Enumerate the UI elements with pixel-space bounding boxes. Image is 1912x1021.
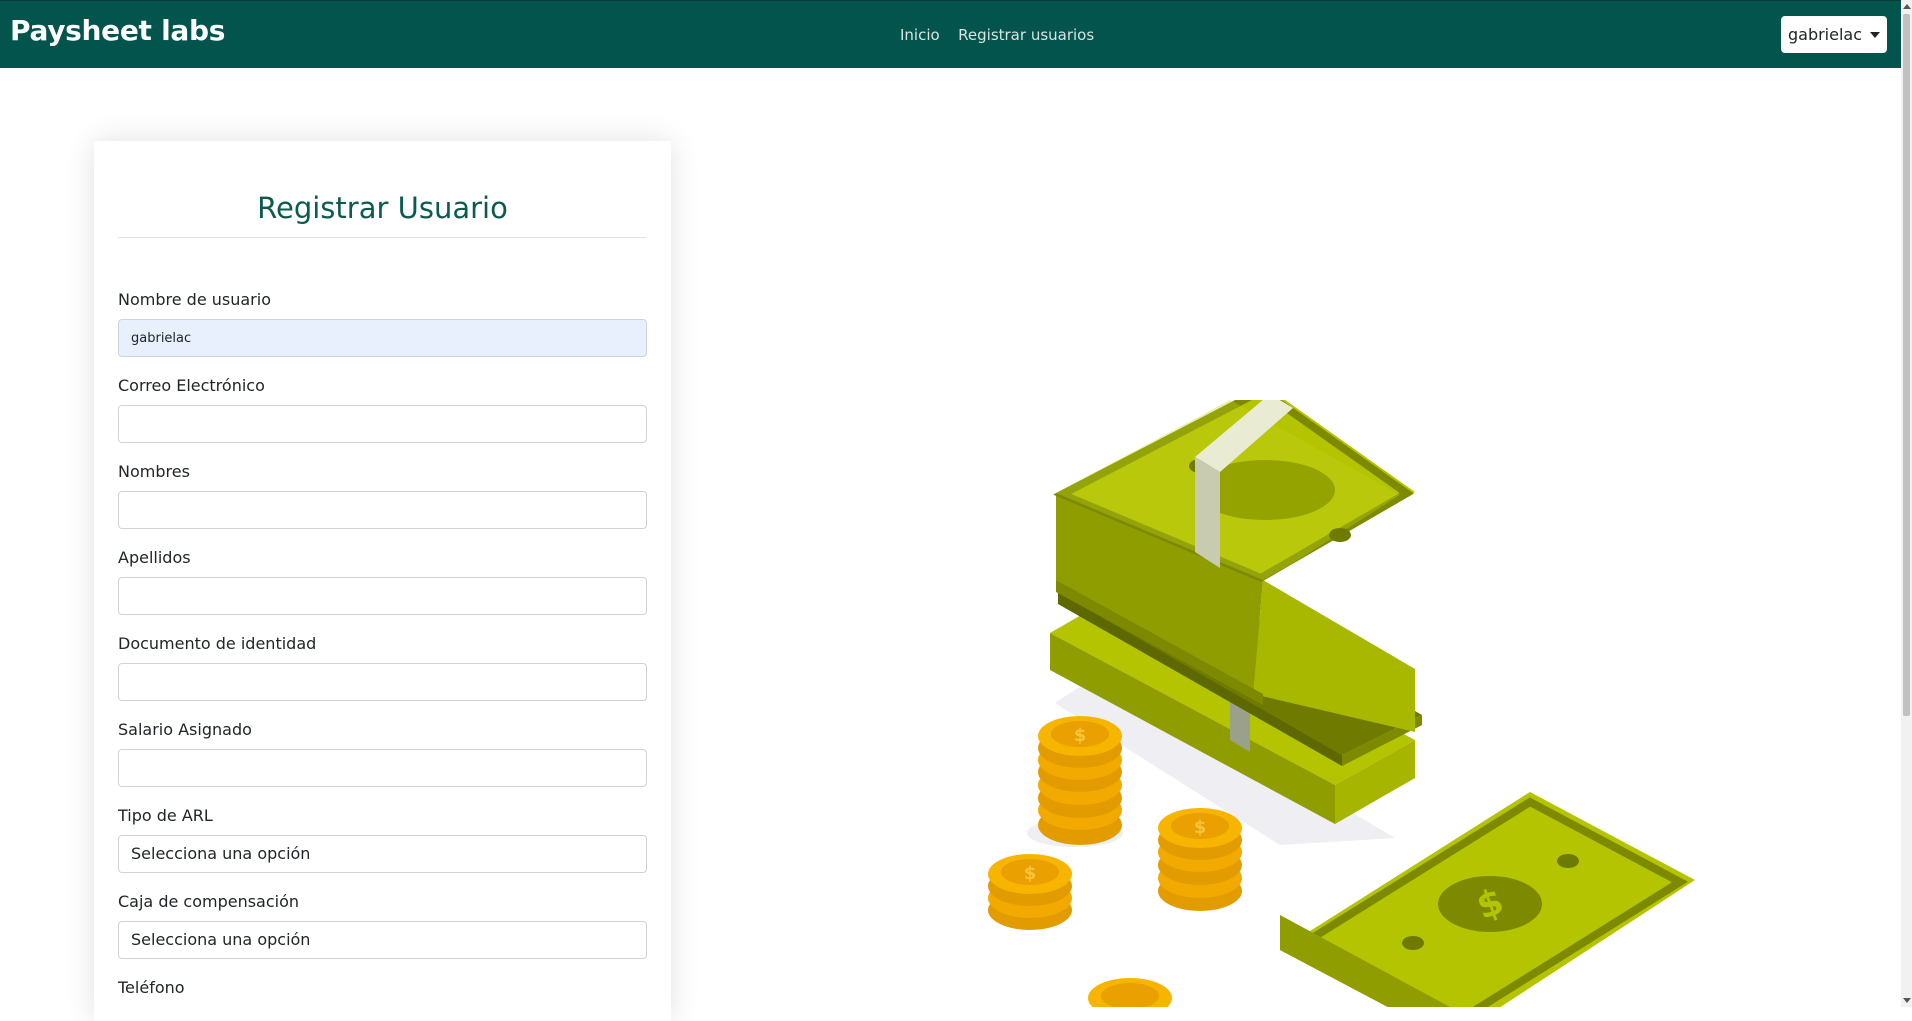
nav-link-registrar-usuarios[interactable]: Registrar usuarios [958, 26, 1094, 44]
label-correo: Correo Electrónico [118, 376, 265, 395]
coin-stack-tall: $ [1038, 716, 1122, 845]
coin-stack-short: $ [988, 854, 1072, 930]
nav-link-inicio[interactable]: Inicio [900, 26, 940, 44]
coin-stack-medium: $ [1158, 808, 1242, 911]
scroll-up-arrow-icon[interactable] [1903, 4, 1911, 9]
top-navbar: Paysheet labs Inicio Registrar usuarios … [0, 0, 1901, 68]
money-illustration: $ $ $ $ [988, 400, 1695, 1007]
coin-stack-partial [1088, 978, 1172, 1007]
title-divider [118, 237, 647, 238]
arl-type-select[interactable]: Selecciona una opción [118, 835, 647, 873]
form-title: Registrar Usuario [257, 191, 508, 225]
user-menu-button[interactable]: gabrielac [1781, 16, 1887, 53]
register-user-card: Registrar Usuario Nombre de usuario Corr… [94, 141, 671, 1021]
svg-text:$: $ [1074, 725, 1087, 746]
email-input[interactable] [118, 405, 647, 443]
user-menu-label: gabrielac [1787, 25, 1863, 44]
first-names-input[interactable] [118, 491, 647, 529]
label-caja-compensacion: Caja de compensación [118, 892, 300, 911]
label-documento: Documento de identidad [118, 634, 317, 653]
label-tipo-arl: Tipo de ARL [118, 806, 213, 825]
caret-down-icon [1870, 31, 1881, 38]
nav-links: Inicio Registrar usuarios [900, 26, 1108, 45]
svg-text:$: $ [1024, 863, 1037, 884]
username-input[interactable] [118, 319, 647, 357]
salary-input[interactable] [118, 749, 647, 787]
last-names-input[interactable] [118, 577, 647, 615]
compensation-fund-select[interactable]: Selecciona una opción [118, 921, 647, 959]
scroll-down-arrow-icon[interactable] [1903, 998, 1911, 1003]
svg-text:$: $ [1194, 817, 1207, 838]
label-nombres: Nombres [118, 462, 190, 481]
label-telefono: Teléfono [118, 978, 185, 997]
scrollbar-thumb[interactable] [1903, 14, 1910, 716]
label-apellidos: Apellidos [118, 548, 191, 567]
label-nombre-de-usuario: Nombre de usuario [118, 290, 271, 309]
brand-logo[interactable]: Paysheet labs [10, 14, 225, 47]
label-salario: Salario Asignado [118, 720, 252, 739]
page-scrollbar[interactable] [1901, 0, 1912, 1007]
id-document-input[interactable] [118, 663, 647, 701]
